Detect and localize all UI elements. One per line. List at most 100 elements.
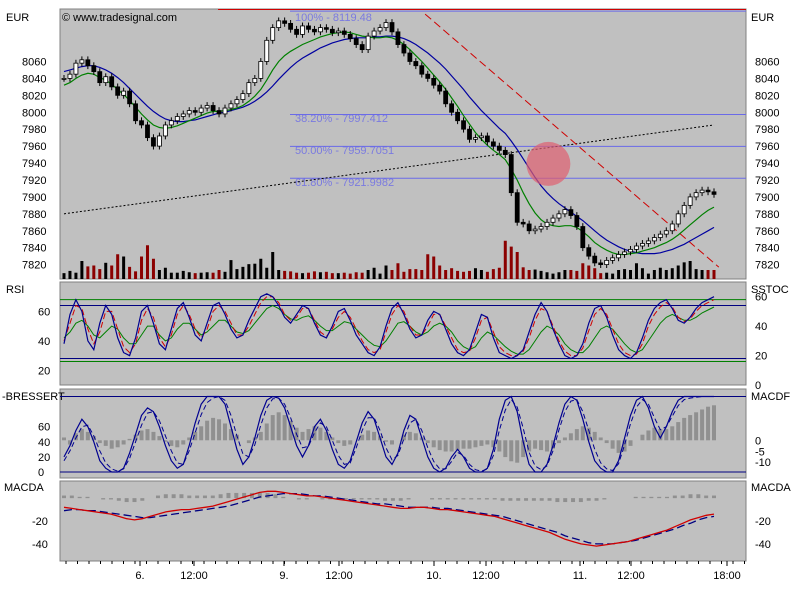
volume-bar xyxy=(205,272,209,279)
macdf-histogram-bar xyxy=(598,437,603,441)
x-tick-label: 11. xyxy=(573,570,587,582)
volume-bar xyxy=(539,270,543,279)
macd-tick-left: -40 xyxy=(32,539,48,551)
x-tick-label: 18:00 xyxy=(713,570,741,582)
macd-histogram-bar xyxy=(359,498,364,500)
volume-bar xyxy=(247,264,251,279)
macdf-histogram-bar xyxy=(700,409,705,441)
macdf-histogram-bar xyxy=(258,431,263,441)
macdf-histogram-bar xyxy=(360,434,365,441)
candle-body xyxy=(401,44,407,54)
bressert-tick-left: 20 xyxy=(38,452,50,464)
candle-body xyxy=(347,33,353,40)
candle-body xyxy=(323,27,329,30)
macd-histogram-bar xyxy=(477,498,482,500)
volume-bar xyxy=(438,265,442,279)
macd-histogram-bar xyxy=(367,498,372,500)
volume-bar xyxy=(157,270,161,279)
macd-histogram-bar xyxy=(155,495,160,499)
macd-histogram-bar xyxy=(132,498,137,503)
macd-histogram-bar xyxy=(108,498,113,500)
macdf-histogram-bar xyxy=(282,415,287,441)
price-tick-left: 7980 xyxy=(22,124,46,136)
volume-bar xyxy=(581,263,585,279)
macd-histogram-bar xyxy=(163,494,168,499)
candle-body xyxy=(502,149,508,155)
volume-bar xyxy=(74,272,78,279)
price-tick-left: 8060 xyxy=(22,56,46,68)
volume-bar xyxy=(563,270,567,279)
volume-bar xyxy=(444,270,448,279)
macdf-histogram-bar xyxy=(336,440,341,444)
macd-histogram-bar xyxy=(234,492,239,499)
macd-histogram-bar xyxy=(696,494,701,499)
volume-bar xyxy=(324,271,328,279)
macd-histogram-bar xyxy=(484,498,489,500)
macd-histogram-bar xyxy=(77,496,82,499)
volume-bar xyxy=(670,268,674,279)
macdf-histogram-bar xyxy=(640,434,645,441)
volume-bar xyxy=(277,270,281,279)
price-tick-right: 7820 xyxy=(755,260,779,272)
rsi-tick-right: 0 xyxy=(755,380,761,392)
candle-body xyxy=(180,113,186,117)
macd-histogram-bar xyxy=(218,494,223,499)
macdf-histogram-bar xyxy=(562,437,567,441)
candle-body xyxy=(276,20,282,29)
macdf-histogram-bar xyxy=(485,440,490,445)
candle-body xyxy=(294,28,299,35)
volume-bar xyxy=(617,270,621,279)
candle-body xyxy=(550,217,556,223)
candle-body xyxy=(449,103,455,113)
candle-body xyxy=(413,61,419,67)
macdf-histogram-bar xyxy=(97,440,102,444)
macdf-histogram-bar xyxy=(270,415,275,441)
candle-body xyxy=(168,120,174,126)
macd-histogram-bar xyxy=(351,498,356,500)
macd-histogram-bar xyxy=(195,495,200,499)
candle-body xyxy=(335,30,341,34)
volume-bar xyxy=(354,272,358,279)
macdf-tick-right: 0 xyxy=(755,435,761,447)
volume-bar xyxy=(336,273,340,279)
macd-histogram-bar xyxy=(398,498,403,501)
candle-body xyxy=(306,25,311,30)
volume-bar xyxy=(241,266,245,279)
x-tick-label: 12:00 xyxy=(472,570,500,582)
candle-body xyxy=(85,59,91,67)
candle-body xyxy=(634,245,639,250)
volume-bar xyxy=(623,269,627,279)
price-tick-right: 8000 xyxy=(755,107,779,119)
candle-body xyxy=(640,243,645,247)
volume-bar xyxy=(128,266,132,279)
candle-body xyxy=(496,145,502,151)
macdf-histogram-bar xyxy=(348,440,353,445)
candle-body xyxy=(431,78,437,86)
candle-body xyxy=(115,86,121,96)
macdf-histogram-bar xyxy=(568,433,573,441)
volume-bar xyxy=(688,261,692,279)
fib-label-100: 100% - 8119.48 xyxy=(295,12,372,24)
candle-body xyxy=(353,38,359,45)
volume-bar xyxy=(611,273,615,279)
macdf-histogram-bar xyxy=(497,440,502,452)
candle-body xyxy=(693,192,699,198)
candle-body xyxy=(79,59,85,64)
volume-bar xyxy=(134,271,138,279)
candle-body xyxy=(490,141,496,147)
volume-bar xyxy=(360,272,364,279)
macdf-histogram-bar xyxy=(223,423,228,441)
volume-bar xyxy=(253,263,257,279)
candle-body xyxy=(681,204,687,215)
candle-body xyxy=(288,22,294,30)
macd-histogram-bar xyxy=(539,498,544,501)
macd-histogram-bar xyxy=(680,495,685,499)
macd-histogram-bar xyxy=(516,498,521,501)
macdf-histogram-bar xyxy=(431,440,436,448)
candle-body xyxy=(574,215,580,227)
volume-bar xyxy=(658,267,662,279)
candle-body xyxy=(383,22,389,29)
macdf-histogram-bar xyxy=(181,440,186,445)
volume-bar xyxy=(342,272,346,279)
volume-bar xyxy=(426,254,430,279)
